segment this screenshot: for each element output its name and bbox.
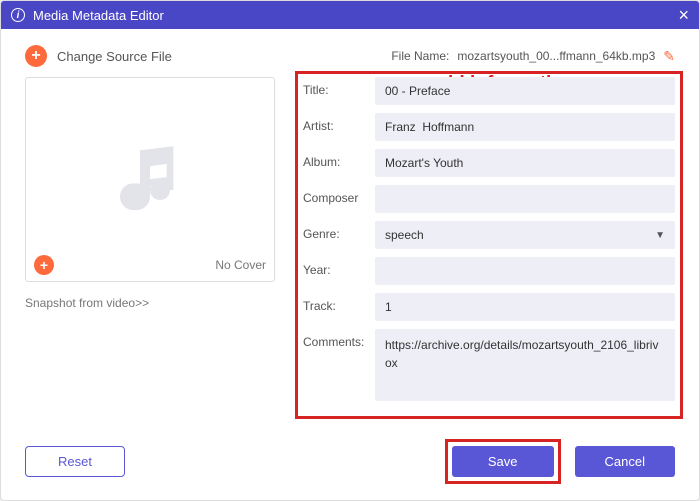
comments-input[interactable]: https://archive.org/details/mozartsyouth… [375, 329, 675, 401]
close-icon[interactable]: × [678, 5, 689, 26]
composer-label: Composer [303, 185, 375, 205]
track-label: Track: [303, 293, 375, 313]
change-source-label[interactable]: Change Source File [57, 49, 172, 64]
album-label: Album: [303, 149, 375, 169]
genre-select[interactable]: speech ▼ [375, 221, 675, 249]
genre-value: speech [385, 228, 424, 242]
year-input[interactable] [375, 257, 675, 285]
row-album: Album: [303, 149, 675, 177]
add-cover-button[interactable]: + [34, 255, 54, 275]
music-note-icon [110, 140, 190, 220]
form-column: Title: Artist: Album: Composer Genre: [303, 77, 675, 427]
chevron-down-icon: ▼ [655, 230, 665, 241]
reset-button[interactable]: Reset [25, 446, 125, 477]
artist-label: Artist: [303, 113, 375, 133]
filename-value: mozartsyouth_00...ffmann_64kb.mp3 [457, 49, 655, 63]
window: i Media Metadata Editor × + Change Sourc… [0, 0, 700, 501]
comments-label: Comments: [303, 329, 375, 349]
titlebar: i Media Metadata Editor × [1, 1, 699, 29]
track-input[interactable] [375, 293, 675, 321]
title-label: Title: [303, 77, 375, 97]
genre-label: Genre: [303, 221, 375, 241]
filename-label: File Name: [391, 49, 449, 63]
snapshot-link[interactable]: Snapshot from video>> [25, 296, 275, 310]
row-genre: Genre: speech ▼ [303, 221, 675, 249]
row-title: Title: [303, 77, 675, 105]
cover-box: + No Cover [25, 77, 275, 282]
year-label: Year: [303, 257, 375, 277]
info-icon: i [11, 8, 25, 22]
no-cover-label: No Cover [215, 258, 266, 272]
add-source-button[interactable]: + [25, 45, 47, 67]
window-title: Media Metadata Editor [33, 8, 164, 23]
left-column: + No Cover Snapshot from video>> [25, 77, 275, 427]
row-composer: Composer [303, 185, 675, 213]
edit-filename-icon[interactable]: ✎ [663, 48, 675, 65]
main-area: + No Cover Snapshot from video>> Title: … [25, 77, 675, 427]
filename-row: File Name: mozartsyouth_00...ffmann_64kb… [391, 48, 675, 65]
content-area: + Change Source File File Name: mozartsy… [1, 29, 699, 427]
title-input[interactable] [375, 77, 675, 105]
album-input[interactable] [375, 149, 675, 177]
footer: Reset Save Cancel [1, 427, 699, 500]
row-artist: Artist: [303, 113, 675, 141]
top-row: + Change Source File File Name: mozartsy… [25, 45, 675, 67]
row-year: Year: [303, 257, 675, 285]
cover-bottom-row: + No Cover [34, 255, 266, 275]
save-button[interactable]: Save [452, 446, 554, 477]
composer-input[interactable] [375, 185, 675, 213]
cancel-button[interactable]: Cancel [575, 446, 675, 477]
artist-input[interactable] [375, 113, 675, 141]
annotation-save-highlight: Save [445, 439, 561, 484]
row-comments: Comments: https://archive.org/details/mo… [303, 329, 675, 401]
row-track: Track: [303, 293, 675, 321]
